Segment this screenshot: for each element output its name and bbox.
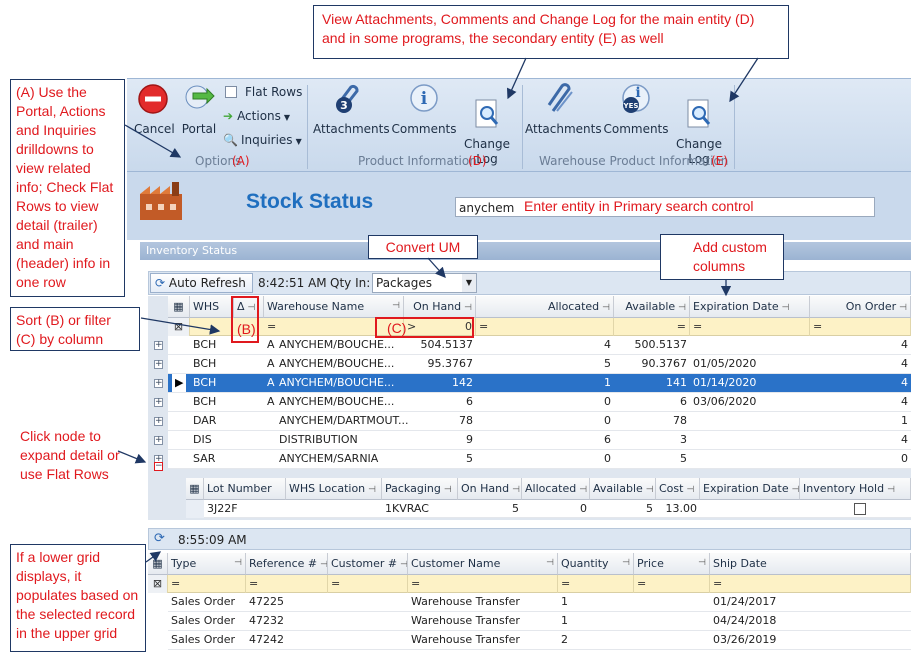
annotation-arrows xyxy=(117,57,759,563)
